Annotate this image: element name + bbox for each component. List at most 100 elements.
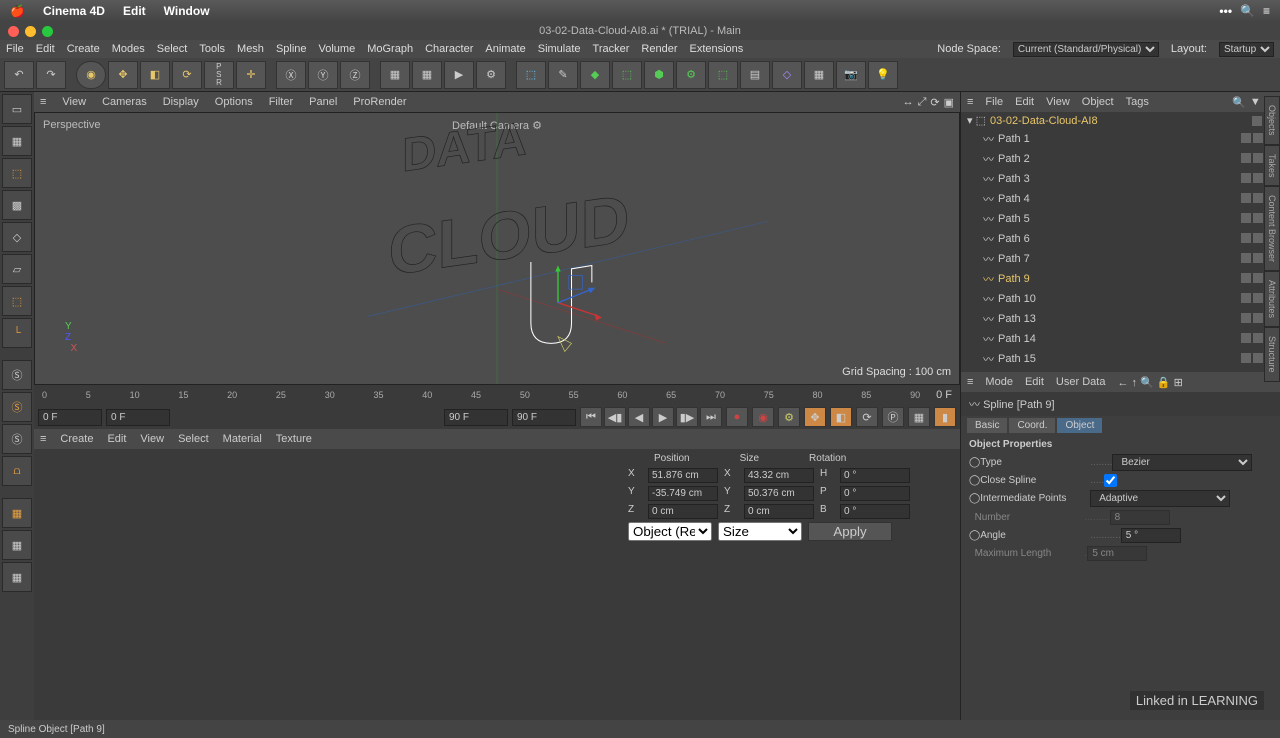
mat-menu-material[interactable]: Material <box>223 433 262 445</box>
close-spline-checkbox[interactable] <box>1104 474 1117 487</box>
obj-root[interactable]: ▾ ⬚ 03-02-Data-Cloud-AI8 <box>961 112 1280 129</box>
menu-tracker[interactable]: Tracker <box>593 43 630 55</box>
mat-menu-select[interactable]: Select <box>178 433 209 445</box>
pos-y-field[interactable] <box>648 486 718 501</box>
menu-simulate[interactable]: Simulate <box>538 43 581 55</box>
edge-mode-icon[interactable]: ▱ <box>2 254 32 284</box>
rot-p-field[interactable] <box>840 486 910 501</box>
obj-menu-file[interactable]: File <box>985 96 1003 108</box>
polygon-mode-icon[interactable]: ⬚ <box>2 286 32 316</box>
mat-menu-texture[interactable]: Texture <box>276 433 312 445</box>
menu-mesh[interactable]: Mesh <box>237 43 264 55</box>
mac-search-icon[interactable]: 🔍 <box>1240 4 1255 18</box>
size-y-field[interactable] <box>744 486 814 501</box>
object-mode-icon[interactable]: ⬚ <box>2 158 32 188</box>
key-p-button[interactable]: ✥ <box>804 407 826 427</box>
magnet-icon[interactable]: ⩍ <box>2 456 32 486</box>
time-max-field[interactable] <box>512 409 576 426</box>
axis-y-toggle[interactable]: Ⓨ <box>308 61 338 89</box>
side-tab-structure[interactable]: Structure <box>1264 327 1280 382</box>
side-tab-objects[interactable]: Objects <box>1264 96 1280 145</box>
attr-menu-userdata[interactable]: User Data <box>1056 376 1106 388</box>
menu-render[interactable]: Render <box>641 43 677 55</box>
obj-menu-object[interactable]: Object <box>1082 96 1114 108</box>
obj-item[interactable]: 〰 Path 2✓ <box>961 149 1280 169</box>
interp-select[interactable]: Adaptive <box>1090 490 1230 507</box>
time-end-field[interactable] <box>444 409 508 426</box>
menu-spline[interactable]: Spline <box>276 43 307 55</box>
grid3-icon[interactable]: ▦ <box>2 562 32 592</box>
layout-select[interactable]: Startup <box>1219 42 1274 57</box>
attr-menu-edit[interactable]: Edit <box>1025 376 1044 388</box>
menu-mograph[interactable]: MoGraph <box>367 43 413 55</box>
goto-end-button[interactable]: ⏭ <box>700 407 722 427</box>
redo-button[interactable]: ↷ <box>36 61 66 89</box>
menu-character[interactable]: Character <box>425 43 473 55</box>
obj-item[interactable]: 〰 Path 9✓ <box>961 269 1280 289</box>
primitive-cube-icon[interactable]: ⬚ <box>516 61 546 89</box>
render-settings-button[interactable]: ⚙ <box>476 61 506 89</box>
vp-nav4-icon[interactable]: ▣ <box>944 96 954 109</box>
vp-menu-prorender[interactable]: ProRender <box>353 96 406 108</box>
time-start-field[interactable] <box>38 409 102 426</box>
rot-b-field[interactable] <box>840 504 910 519</box>
record-button[interactable]: ● <box>726 407 748 427</box>
attr-back-icon[interactable]: ← <box>1117 377 1128 389</box>
menu-volume[interactable]: Volume <box>319 43 356 55</box>
obj-filter-icon[interactable]: ▼ <box>1250 96 1261 109</box>
obj-item[interactable]: 〰 Path 15✓ <box>961 349 1280 369</box>
key-param-button[interactable]: Ⓟ <box>882 407 904 427</box>
axis-z-toggle[interactable]: Ⓩ <box>340 61 370 89</box>
obj-menu-edit[interactable]: Edit <box>1015 96 1034 108</box>
obj-item[interactable]: 〰 Path 4✓ <box>961 189 1280 209</box>
bulb-icon[interactable]: 💡 <box>868 61 898 89</box>
attr-add-icon[interactable]: ⊞ <box>1174 377 1183 389</box>
deformer-icon[interactable]: ⬚ <box>612 61 642 89</box>
grid2-icon[interactable]: ▦ <box>2 530 32 560</box>
field-icon[interactable]: ⚙ <box>676 61 706 89</box>
scale-tool[interactable]: ◧ <box>140 61 170 89</box>
key-grid-button[interactable]: ▦ <box>908 407 930 427</box>
render-view-button[interactable]: ▦ <box>412 61 442 89</box>
menu-edit[interactable]: Edit <box>36 43 55 55</box>
coord-apply-button[interactable]: Apply <box>808 522 892 541</box>
obj-menu-tags[interactable]: Tags <box>1126 96 1149 108</box>
material-manager[interactable]: Position Size Rotation X X H Y Y P Z Z <box>34 449 960 720</box>
mat-menu-view[interactable]: View <box>140 433 164 445</box>
tab-object[interactable]: Object <box>1057 418 1102 433</box>
obj-menu-view[interactable]: View <box>1046 96 1070 108</box>
obj-search-icon[interactable]: 🔍 <box>1232 96 1246 109</box>
key-film-button[interactable]: ▮ <box>934 407 956 427</box>
axis-x-toggle[interactable]: Ⓧ <box>276 61 306 89</box>
pos-z-field[interactable] <box>648 504 718 519</box>
vp-menu-display[interactable]: Display <box>163 96 199 108</box>
app-name[interactable]: Cinema 4D <box>43 4 105 18</box>
vp-menu-filter[interactable]: Filter <box>269 96 293 108</box>
pos-x-field[interactable] <box>648 468 718 483</box>
vp-menu-panel[interactable]: Panel <box>309 96 337 108</box>
vp-nav3-icon[interactable]: ⟳ <box>930 96 939 109</box>
timeline-ruler[interactable]: 051015202530354045505560657075808590 0 F <box>34 385 960 405</box>
mac-menu-window[interactable]: Window <box>164 4 210 18</box>
move-tool[interactable]: ✥ <box>108 61 138 89</box>
obj-hamburger-icon[interactable]: ≡ <box>967 96 973 108</box>
next-key-button[interactable]: ▮▶ <box>676 407 698 427</box>
obj-item[interactable]: 〰 Path 13✓ <box>961 309 1280 329</box>
point-mode-icon[interactable]: ◇ <box>2 222 32 252</box>
coord-mode2-select[interactable]: Size <box>718 522 802 541</box>
mat-menu-edit[interactable]: Edit <box>107 433 126 445</box>
vp-menu-cameras[interactable]: Cameras <box>102 96 147 108</box>
model-mode-icon[interactable]: ▭ <box>2 94 32 124</box>
undo-button[interactable]: ↶ <box>4 61 34 89</box>
mat-menu-create[interactable]: Create <box>60 433 93 445</box>
key-s-button[interactable]: ◧ <box>830 407 852 427</box>
mat-hamburger-icon[interactable]: ≡ <box>40 433 46 445</box>
obj-item[interactable]: 〰 Path 1✓ <box>961 129 1280 149</box>
snap-s2-icon[interactable]: Ⓢ <box>2 392 32 422</box>
play-back-button[interactable]: ◀ <box>628 407 650 427</box>
vp-menu-options[interactable]: Options <box>215 96 253 108</box>
obj-item[interactable]: 〰 Path 14✓ <box>961 329 1280 349</box>
select-tool[interactable]: ◉ <box>76 61 106 89</box>
tab-coord[interactable]: Coord. <box>1009 418 1055 433</box>
key-options-button[interactable]: ⚙ <box>778 407 800 427</box>
